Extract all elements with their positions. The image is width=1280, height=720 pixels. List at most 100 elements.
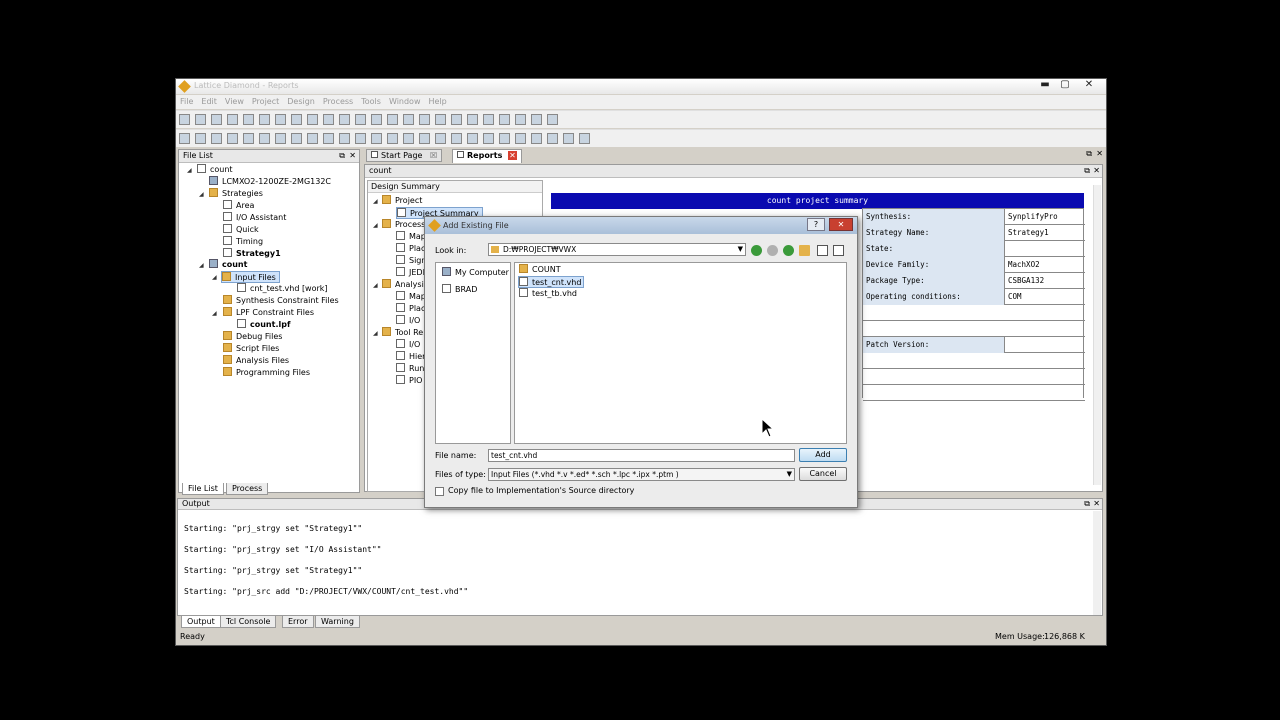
float-icon[interactable]: ⧉ — [1086, 149, 1092, 159]
file-name-input[interactable]: test_cnt.vhd — [488, 449, 795, 462]
tree-item-analysis-files[interactable]: Analysis Files — [223, 355, 289, 367]
panel-close-icon[interactable]: ✕ — [1093, 499, 1100, 509]
float-icon[interactable]: ⧉ — [1084, 499, 1090, 509]
cancel-button[interactable]: Cancel — [799, 467, 847, 481]
layout-c-icon[interactable] — [531, 133, 542, 144]
output-scrollbar[interactable] — [1093, 511, 1101, 615]
tree-item-strategies[interactable]: Strategies — [209, 188, 263, 200]
cut-icon[interactable] — [291, 114, 302, 125]
place-brad[interactable]: BRAD — [442, 284, 477, 296]
paste-icon[interactable] — [323, 114, 334, 125]
deploy-icon[interactable] — [435, 133, 446, 144]
file-item-test-tb[interactable]: test_tb.vhd — [519, 288, 577, 300]
collapse-icon[interactable]: ◢ — [199, 262, 204, 269]
tree-item-programming-files[interactable]: Programming Files — [223, 367, 310, 379]
tab-close-icon[interactable]: ☒ — [430, 151, 437, 160]
tree-item-device[interactable]: LCMXO2-1200ZE-2MG132C — [209, 176, 331, 188]
ipexpress-icon[interactable] — [291, 133, 302, 144]
tree-item-count-lpf[interactable]: count.lpf — [237, 319, 290, 331]
find-icon[interactable] — [355, 114, 366, 125]
simulation-icon[interactable] — [339, 133, 350, 144]
maximize-button[interactable]: ▢ — [1053, 79, 1077, 92]
tab-output[interactable]: Output — [181, 616, 221, 628]
layout-d-icon[interactable] — [547, 133, 558, 144]
copy-file-checkbox[interactable] — [435, 487, 444, 496]
tree-item-tool-reports[interactable]: Tool Rep — [382, 327, 428, 339]
analyzer-icon[interactable] — [419, 133, 430, 144]
tool-d-icon[interactable] — [547, 114, 558, 125]
look-in-select[interactable]: D:₩PROJECT₩VWX ▼ — [488, 243, 746, 256]
undo-icon[interactable] — [259, 114, 270, 125]
close-button[interactable]: ✕ — [1077, 79, 1101, 92]
tab-start-page[interactable]: Start Page ☒ — [366, 149, 443, 162]
menu-tools[interactable]: Tools — [357, 95, 385, 108]
package-view-icon[interactable] — [371, 133, 382, 144]
menu-file[interactable]: File — [176, 95, 197, 108]
new-folder-icon[interactable] — [799, 245, 810, 256]
zoom-area-icon[interactable] — [451, 114, 462, 125]
tree-item-io-tool[interactable]: I/O — [396, 339, 420, 351]
text-a-icon[interactable] — [451, 133, 462, 144]
reveal-icon[interactable] — [307, 133, 318, 144]
collapse-icon[interactable]: ◢ — [373, 282, 378, 289]
back-icon[interactable] — [751, 245, 762, 256]
save-all-icon[interactable] — [227, 114, 238, 125]
help-button[interactable]: ? — [807, 218, 825, 231]
file-item-count[interactable]: COUNT — [519, 264, 561, 276]
save-icon[interactable] — [211, 114, 222, 125]
file-item-test-cnt[interactable]: test_cnt.vhd — [518, 276, 585, 288]
tree-item-hierarchy[interactable]: Hier — [396, 351, 425, 363]
tree-item-script-files[interactable]: Script Files — [223, 343, 279, 355]
tree-item-project[interactable]: Project — [382, 195, 422, 207]
settings-icon[interactable] — [211, 133, 222, 144]
tab-warning[interactable]: Warning — [315, 616, 360, 628]
power-icon[interactable] — [275, 133, 286, 144]
redo-icon[interactable] — [275, 114, 286, 125]
report-icon[interactable] — [467, 114, 478, 125]
process-run-icon[interactable] — [179, 133, 190, 144]
tab-close-icon[interactable]: ✕ — [508, 151, 517, 160]
tree-item-map[interactable]: Map — [396, 231, 426, 243]
layout-e-icon[interactable] — [563, 133, 574, 144]
collapse-icon[interactable]: ◢ — [212, 274, 217, 281]
float-icon[interactable]: ⧉ — [339, 150, 345, 162]
zoom-in-icon[interactable] — [387, 114, 398, 125]
float-icon[interactable]: ⧉ — [1084, 165, 1090, 177]
tree-item-process[interactable]: Process — [382, 219, 425, 231]
spreadsheet-icon[interactable] — [227, 133, 238, 144]
menu-window[interactable]: Window — [385, 95, 425, 108]
tool-a-icon[interactable] — [499, 114, 510, 125]
tab-tcl-console[interactable]: Tcl Console — [220, 616, 277, 628]
zoom-fit-icon[interactable] — [435, 114, 446, 125]
tree-item-run[interactable]: Run — [396, 363, 424, 375]
dialog-close-button[interactable]: ✕ — [829, 218, 853, 231]
tree-item-project[interactable]: count — [197, 164, 233, 176]
new-file-icon[interactable] — [179, 114, 190, 125]
text-icon[interactable] — [419, 114, 430, 125]
web-icon[interactable] — [579, 133, 590, 144]
programmer-icon[interactable] — [323, 133, 334, 144]
tree-item-area[interactable]: Area — [223, 200, 254, 212]
tree-item-io-analysis[interactable]: I/O — [396, 315, 420, 327]
tree-item-implementation[interactable]: count — [209, 259, 247, 271]
tree-item-input-files[interactable]: Input Files — [221, 271, 280, 283]
menu-design[interactable]: Design — [283, 95, 319, 108]
tab-reports[interactable]: Reports ✕ — [452, 149, 522, 163]
tree-item-debug-files[interactable]: Debug Files — [223, 331, 282, 343]
physical-view-icon[interactable] — [403, 133, 414, 144]
report-scrollbar[interactable] — [1093, 185, 1101, 485]
forward-icon[interactable] — [767, 245, 778, 256]
tree-item-cnt-test[interactable]: cnt_test.vhd [work] — [237, 283, 328, 295]
tab-error[interactable]: Error — [282, 616, 314, 628]
layout-a-icon[interactable] — [499, 133, 510, 144]
copy-icon[interactable] — [307, 114, 318, 125]
netlist-icon[interactable] — [195, 133, 206, 144]
detail-view-icon[interactable] — [833, 245, 844, 256]
chip-icon[interactable] — [483, 114, 494, 125]
tab-process[interactable]: Process — [226, 483, 269, 495]
epic-icon[interactable] — [387, 133, 398, 144]
menu-project[interactable]: Project — [248, 95, 283, 108]
print-icon[interactable] — [243, 114, 254, 125]
menu-help[interactable]: Help — [425, 95, 451, 108]
collapse-icon[interactable]: ◢ — [373, 222, 378, 229]
